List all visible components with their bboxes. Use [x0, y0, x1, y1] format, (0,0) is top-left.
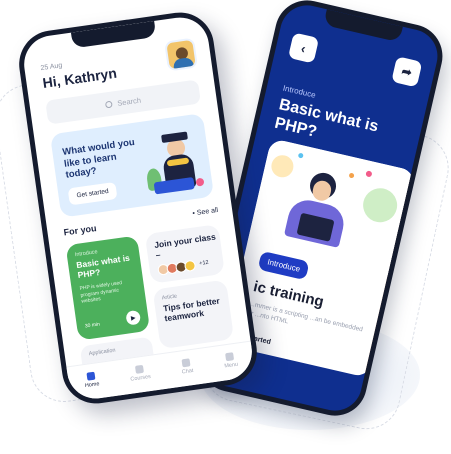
- section-title: For you: [63, 223, 98, 238]
- member-count: +12: [198, 259, 210, 267]
- article-card[interactable]: Article Tips for better teamwork: [152, 279, 235, 350]
- tab-label: Chat: [181, 367, 194, 375]
- play-icon: ▶: [130, 314, 137, 322]
- tab-chat[interactable]: Chat: [180, 357, 194, 375]
- avatar[interactable]: [164, 37, 198, 72]
- card-kicker: Article: [161, 293, 178, 302]
- date-label: 25 Aug: [40, 62, 63, 73]
- play-button[interactable]: ▶: [125, 309, 142, 326]
- card-kicker: Application: [88, 347, 116, 358]
- search-placeholder: Search: [116, 95, 142, 108]
- chevron-left-icon: ‹: [299, 40, 308, 56]
- get-started-button[interactable]: Get started: [67, 181, 118, 206]
- menu-icon: [225, 351, 235, 361]
- join-title: Join your class –: [153, 231, 217, 260]
- course-card-php[interactable]: Introduce Basic what is PHP? PHP is wide…: [65, 235, 151, 341]
- tab-home[interactable]: Home: [83, 371, 100, 389]
- graduate-illustration: [133, 113, 214, 206]
- avatar: [183, 259, 197, 273]
- see-all-link[interactable]: • See all: [192, 207, 219, 218]
- share-icon: ➦: [400, 63, 414, 80]
- tab-courses[interactable]: Courses: [129, 363, 152, 383]
- tab-label: Menu: [223, 361, 239, 369]
- tab-menu[interactable]: Menu: [223, 351, 239, 369]
- card-duration: 30 min: [84, 321, 101, 330]
- chat-icon: [181, 357, 191, 367]
- phone-notch: [323, 9, 403, 43]
- share-button[interactable]: ➦: [391, 56, 423, 88]
- search-icon: [104, 100, 113, 108]
- phone-notch: [70, 20, 157, 49]
- join-class-card[interactable]: Join your class – +12: [144, 224, 225, 284]
- courses-icon: [134, 364, 144, 374]
- tab-label: Courses: [130, 373, 152, 383]
- learn-banner: What would you like to learn today? Get …: [49, 113, 215, 218]
- app-showcase: ‹ ➦ Introduce Basic what is PHP? Introdu…: [0, 0, 451, 454]
- tab-label: Home: [84, 380, 100, 389]
- home-icon: [86, 371, 96, 381]
- back-button[interactable]: ‹: [287, 32, 320, 64]
- card-desc: PHP is widely used program dynamic websi…: [79, 279, 123, 305]
